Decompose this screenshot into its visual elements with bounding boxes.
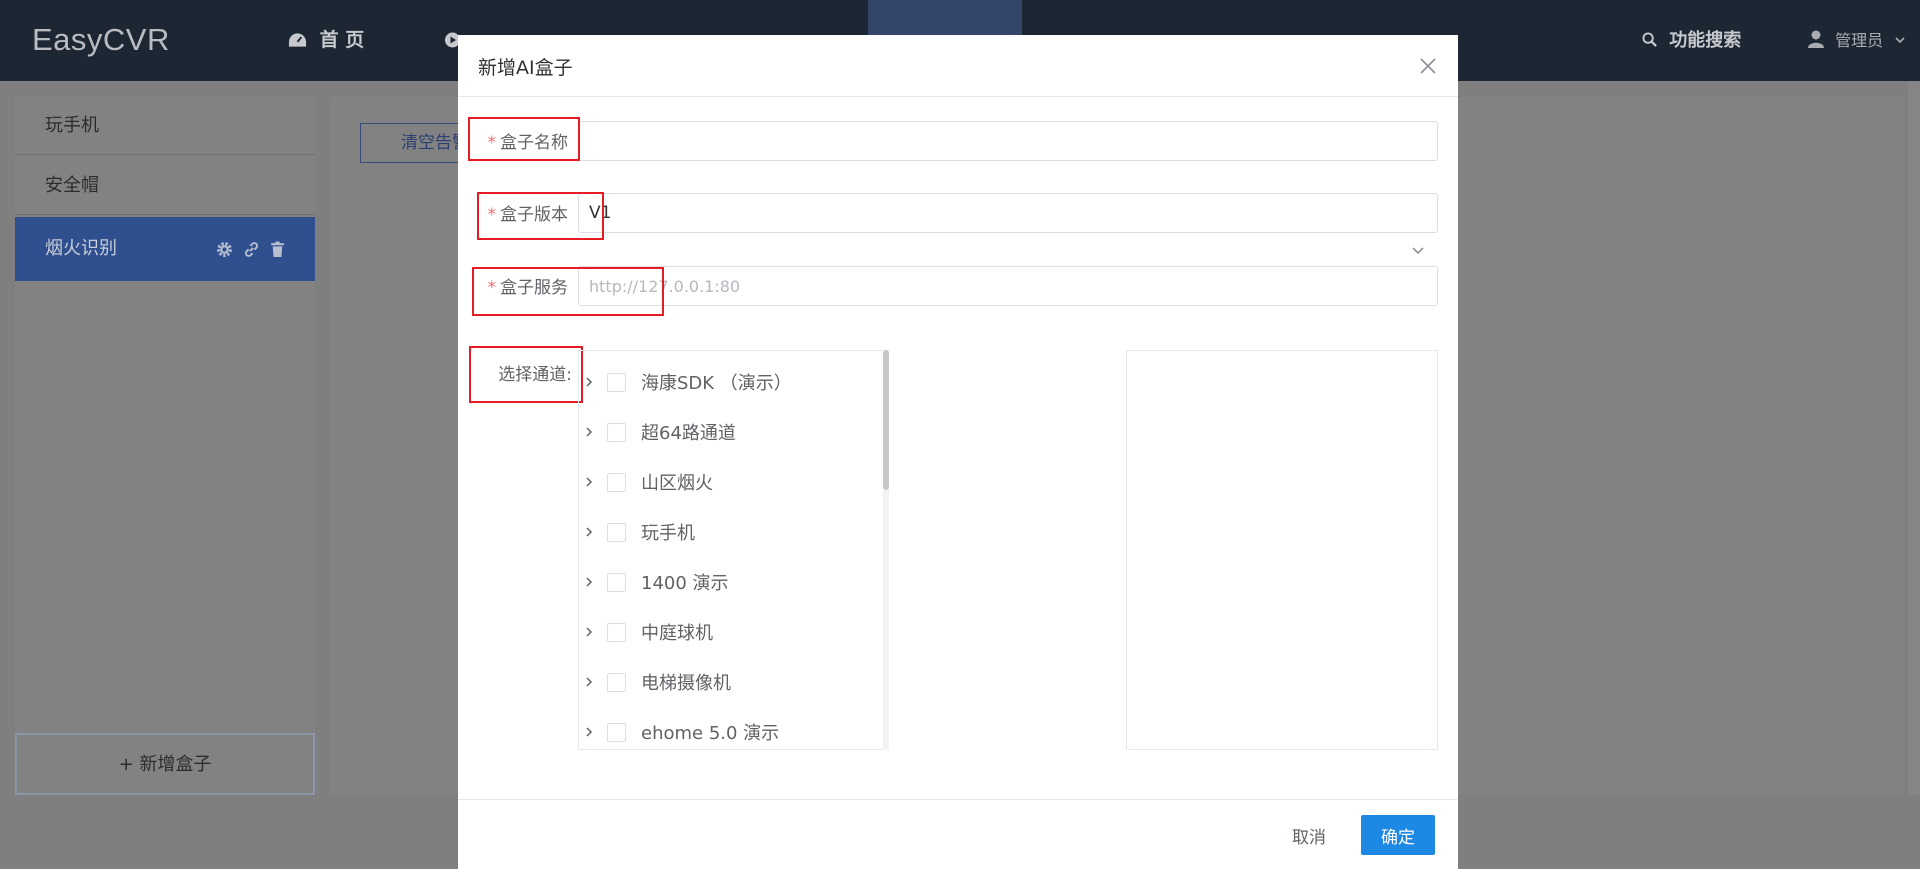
sidebar-item-label: 安全帽 xyxy=(45,175,99,196)
add-ai-box-dialog: 新增AI盒子 *盒子名称 *盒子版本 V1 *盒子服务 选择通道: 海康SDK … xyxy=(458,35,1458,869)
gear-icon[interactable] xyxy=(216,241,233,258)
tree-item[interactable]: 1400 演示 xyxy=(579,557,879,607)
tree-item[interactable]: 电梯摄像机 xyxy=(579,657,879,707)
feature-search-label: 功能搜索 xyxy=(1669,30,1742,51)
tree-checkbox[interactable] xyxy=(607,522,626,542)
tree-checkbox[interactable] xyxy=(607,622,626,642)
tree-checkbox[interactable] xyxy=(607,472,626,492)
required-mark: * xyxy=(487,133,497,153)
chevron-down-icon xyxy=(1412,247,1424,255)
tree-item[interactable]: 玩手机 xyxy=(579,507,879,557)
search-icon xyxy=(1642,32,1657,47)
dashboard-icon xyxy=(288,33,307,47)
channel-tree: 海康SDK （演示） 超64路通道 山区烟火 玩手机 1400 演示 中庭球机 xyxy=(578,350,888,750)
dialog-header: 新增AI盒子 xyxy=(458,35,1458,97)
tree-item-label: 山区烟火 xyxy=(641,473,713,494)
box-name-input[interactable] xyxy=(578,121,1438,161)
feature-search[interactable]: 功能搜索 xyxy=(1642,0,1741,81)
required-mark: * xyxy=(487,278,497,298)
tree-item[interactable]: 海康SDK （演示） xyxy=(579,357,879,407)
user-name: 管理员 xyxy=(1835,31,1884,50)
close-icon[interactable] xyxy=(1416,54,1440,78)
tree-checkbox[interactable] xyxy=(607,722,626,742)
selected-channels-panel xyxy=(1126,350,1438,750)
tree-checkbox[interactable] xyxy=(607,572,626,592)
cancel-button[interactable]: 取消 xyxy=(1278,815,1340,855)
sidebar-item-phone[interactable]: 玩手机 xyxy=(15,97,315,155)
box-name-label-text: 盒子名称 xyxy=(500,133,568,153)
tree-item-label: ehome 5.0 演示 xyxy=(641,723,780,744)
box-service-label: * 盒子服务 xyxy=(478,273,569,298)
channel-select-label: 选择通道: xyxy=(498,365,572,385)
chevron-right-icon[interactable] xyxy=(583,726,595,738)
brand-logo: EasyCVR xyxy=(32,22,170,57)
box-version-value: V1 xyxy=(589,203,612,223)
tree-item[interactable]: 中庭球机 xyxy=(579,607,879,657)
chevron-right-icon[interactable] xyxy=(583,676,595,688)
box-name-label: * 盒子名称 xyxy=(478,128,569,153)
user-menu[interactable]: 管理员 xyxy=(1808,0,1906,81)
chevron-right-icon[interactable] xyxy=(583,526,595,538)
tree-item-label: 海康SDK （演示） xyxy=(641,373,792,394)
required-mark: * xyxy=(487,205,497,225)
nav-item-home[interactable]: 首 页 xyxy=(288,0,364,81)
tree-checkbox[interactable] xyxy=(607,422,626,442)
sidebar-item-label: 烟火识别 xyxy=(45,238,117,259)
dialog-footer-divider xyxy=(458,799,1458,800)
chevron-down-icon xyxy=(1895,37,1905,44)
user-icon xyxy=(1808,30,1824,48)
chevron-right-icon[interactable] xyxy=(583,576,595,588)
chevron-right-icon[interactable] xyxy=(583,626,595,638)
trash-icon[interactable] xyxy=(270,241,285,258)
chevron-right-icon[interactable] xyxy=(583,476,595,488)
nav-item-home-label: 首 页 xyxy=(319,29,365,51)
box-service-input[interactable] xyxy=(578,266,1438,306)
tree-item-label: 玩手机 xyxy=(641,523,695,544)
tree-item-label: 电梯摄像机 xyxy=(641,673,731,694)
tree-item[interactable]: 山区烟火 xyxy=(579,457,879,507)
tree-scrollbar-thumb[interactable] xyxy=(883,350,889,490)
add-box-button[interactable]: + 新增盒子 xyxy=(15,733,315,795)
box-version-label: * 盒子版本 xyxy=(478,200,569,225)
sidebar-item-label: 玩手机 xyxy=(45,115,99,136)
page-edge-scrollbar xyxy=(1908,81,1920,795)
tree-checkbox[interactable] xyxy=(607,672,626,692)
tree-item-label: 1400 演示 xyxy=(641,573,729,594)
sidebar-item-tools xyxy=(216,217,285,281)
sidebar-item-fire[interactable]: 烟火识别 xyxy=(15,217,315,281)
tree-item-label: 中庭球机 xyxy=(641,623,713,644)
sidebar-item-helmet[interactable]: 安全帽 xyxy=(15,157,315,215)
chevron-right-icon[interactable] xyxy=(583,426,595,438)
tree-checkbox[interactable] xyxy=(607,372,626,392)
box-service-label-text: 盒子服务 xyxy=(500,278,568,298)
tree-item-label: 超64路通道 xyxy=(641,423,736,444)
confirm-button[interactable]: 确定 xyxy=(1361,815,1435,855)
tree-item[interactable]: ehome 5.0 演示 xyxy=(579,707,879,749)
box-version-label-text: 盒子版本 xyxy=(500,205,568,225)
sidebar: 玩手机 安全帽 烟火识别 + 新增盒子 xyxy=(15,97,315,795)
chevron-right-icon[interactable] xyxy=(583,376,595,388)
link-icon[interactable] xyxy=(243,241,260,258)
tree-item[interactable]: 超64路通道 xyxy=(579,407,879,457)
box-version-select[interactable]: V1 xyxy=(578,193,1438,233)
dialog-title: 新增AI盒子 xyxy=(478,57,573,79)
